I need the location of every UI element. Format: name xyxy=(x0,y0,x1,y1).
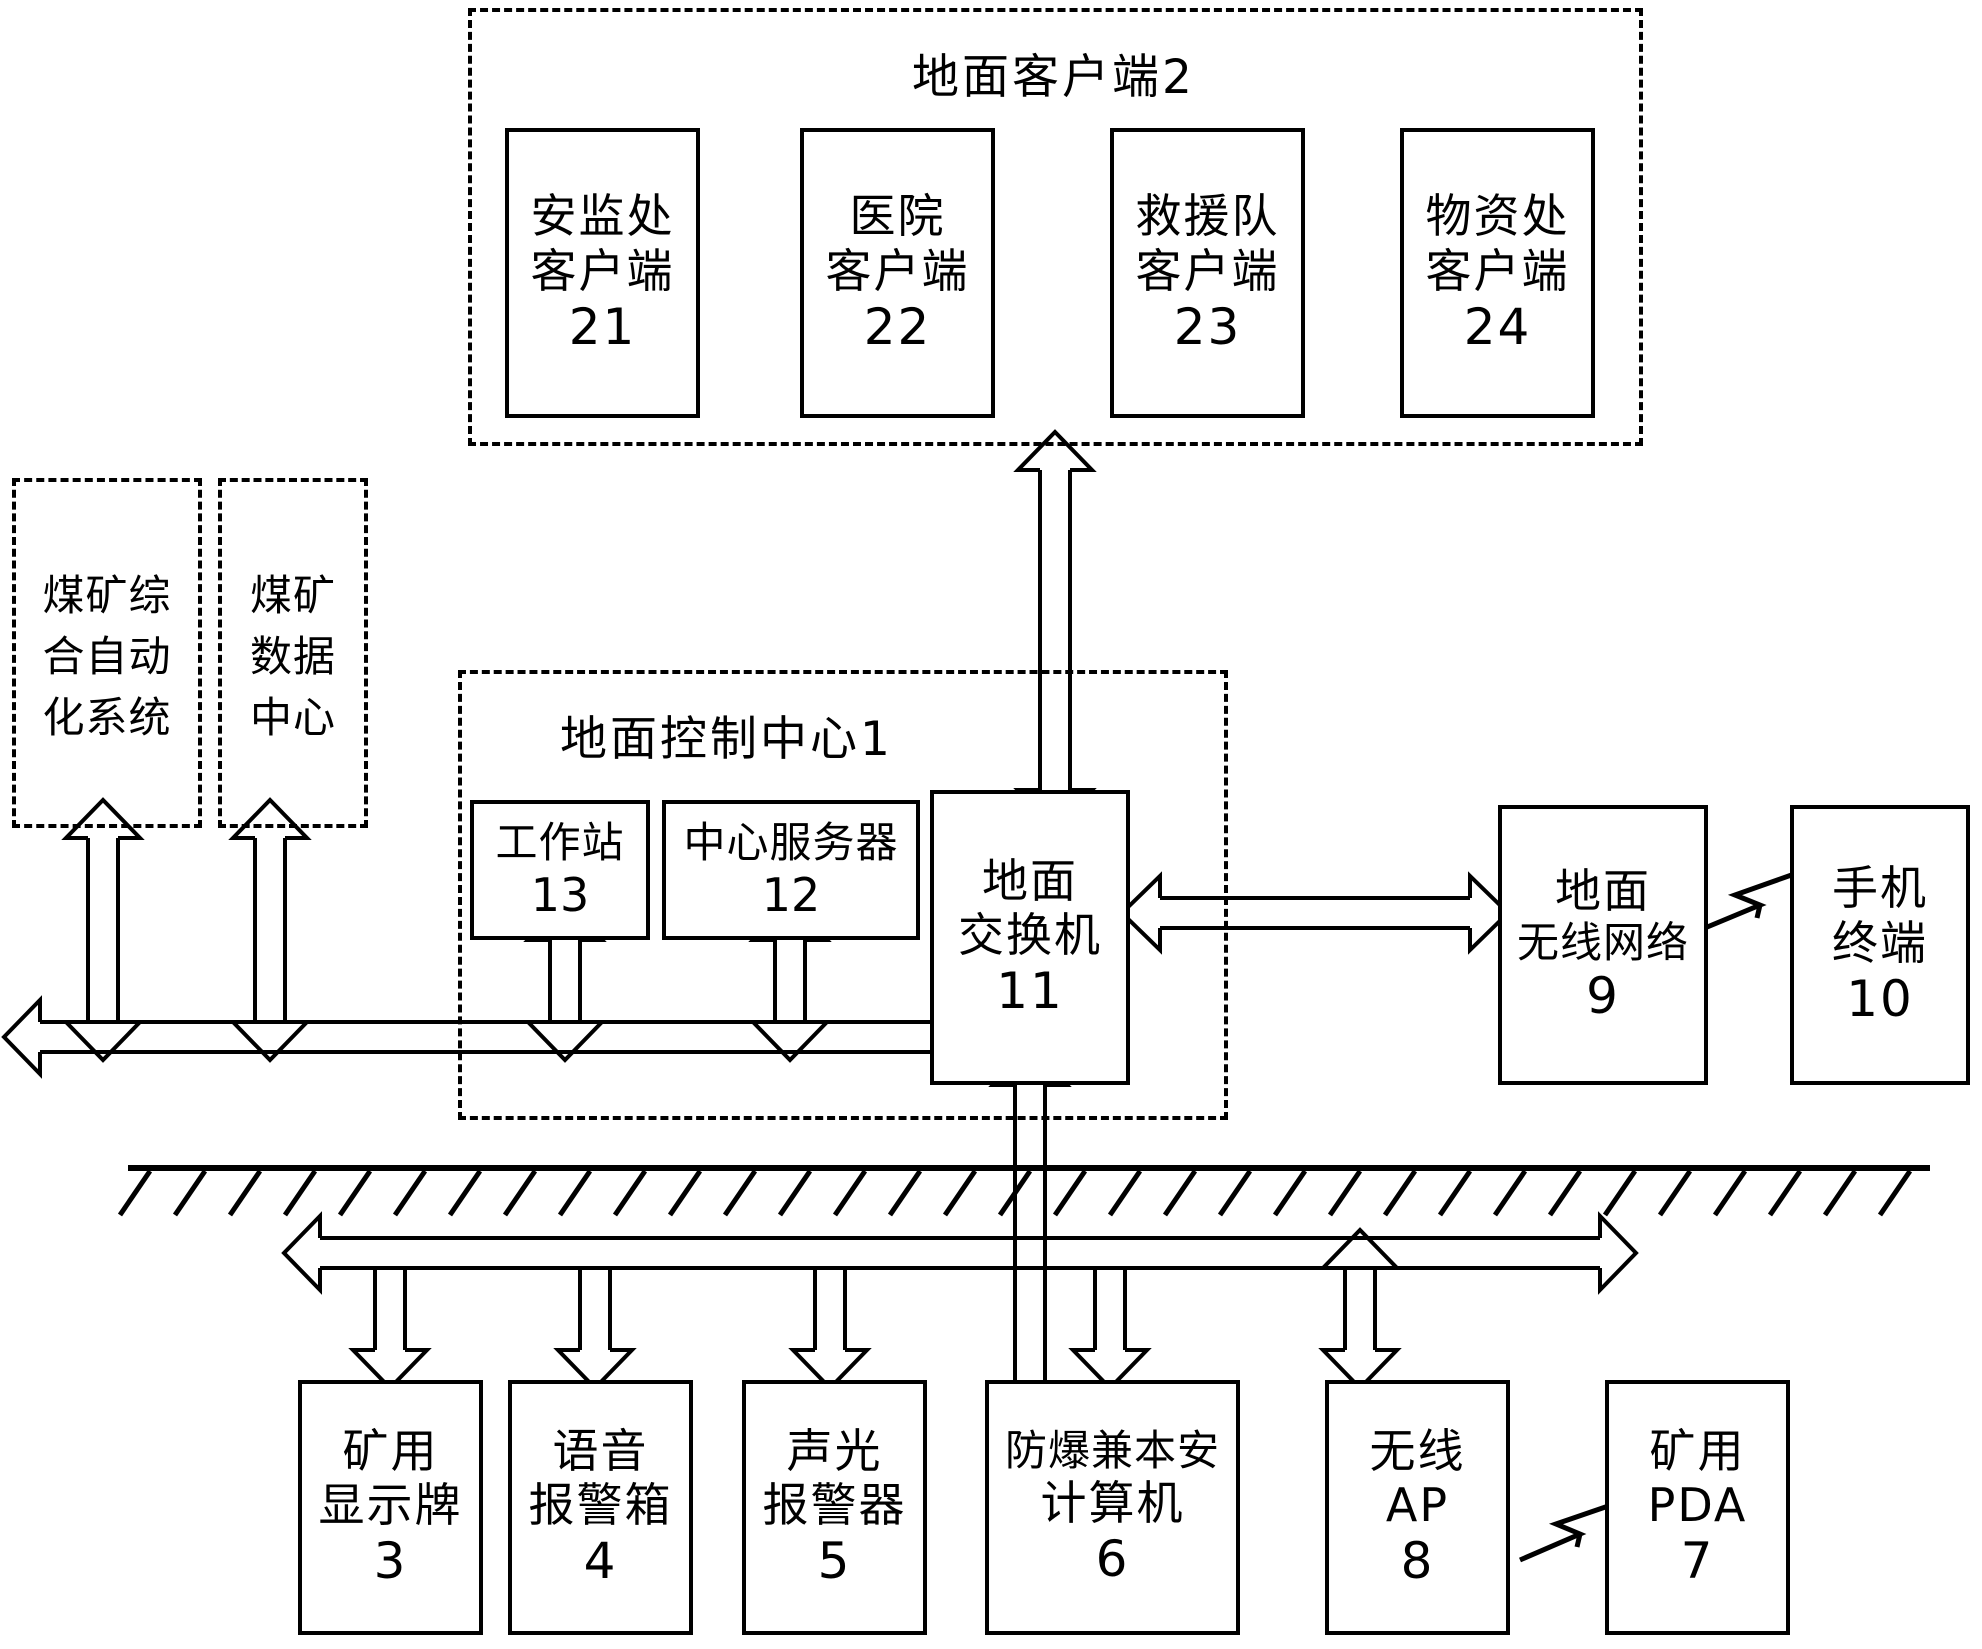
stub-auto-system xyxy=(61,797,145,1063)
device-line1: 语音 xyxy=(552,1423,649,1478)
client-line1: 物资处 xyxy=(1425,189,1570,244)
node-number: 13 xyxy=(530,867,590,922)
ext-line3: 中心 xyxy=(249,692,336,742)
external-system-mine-data-center[interactable]: 煤矿 数据 中心 xyxy=(218,478,368,828)
ext-line3: 化系统 xyxy=(42,692,172,742)
external-system-integrated-automation[interactable]: 煤矿综 合自动 化系统 xyxy=(12,478,202,828)
stub-data-center xyxy=(228,797,312,1063)
device-line1: 无线 xyxy=(1369,1423,1466,1478)
surface-control-center-title: 地面控制中心1 xyxy=(560,712,893,767)
client-line1: 安监处 xyxy=(530,189,675,244)
wireless-link-icon-surface xyxy=(1699,869,1801,933)
client-number: 21 xyxy=(568,297,637,356)
device-number: 4 xyxy=(583,1532,618,1591)
switch-number: 11 xyxy=(996,962,1064,1021)
drop-arrow-explosion-proof-computer xyxy=(1068,1268,1152,1391)
device-line1: 矿用 xyxy=(342,1423,439,1478)
mobile-number: 10 xyxy=(1846,969,1914,1028)
ext-line2: 数据 xyxy=(249,631,336,681)
device-number: 7 xyxy=(1680,1532,1715,1591)
device-box-wireless-ap[interactable]: 无线 AP 8 xyxy=(1325,1380,1510,1635)
mobile-line1: 手机 xyxy=(1832,861,1928,916)
switch-line2: 交换机 xyxy=(958,908,1102,962)
ground-hatching xyxy=(117,1169,1913,1217)
device-box-explosion-proof-computer[interactable]: 防爆兼本安 计算机 6 xyxy=(985,1380,1240,1635)
client-line1: 救援队 xyxy=(1135,189,1280,244)
device-line2: 显示牌 xyxy=(318,1478,463,1532)
ext-line2: 合自动 xyxy=(42,631,172,681)
node-label: 工作站 xyxy=(495,818,625,868)
node-number: 12 xyxy=(761,867,821,922)
client-line2: 客户端 xyxy=(825,243,970,298)
drop-arrow-audible-visual-alarm xyxy=(788,1268,872,1391)
client-box-rescue-team[interactable]: 救援队 客户端 23 xyxy=(1110,128,1305,418)
client-number: 22 xyxy=(863,297,932,356)
device-number: 6 xyxy=(1095,1529,1130,1588)
drop-arrow-voice-alarm xyxy=(553,1268,637,1391)
diagram-canvas: 地面客户端2 安监处 客户端 21 医院 客户端 22 救援队 客户端 23 物… xyxy=(0,0,1982,1649)
client-box-hospital[interactable]: 医院 客户端 22 xyxy=(800,128,995,418)
device-line2: 报警器 xyxy=(762,1478,907,1532)
ext-line1: 煤矿 xyxy=(249,570,336,620)
device-line2: 计算机 xyxy=(1040,1475,1185,1530)
device-box-audible-visual-alarm[interactable]: 声光 报警器 5 xyxy=(742,1380,927,1635)
node-box-workstation[interactable]: 工作站 13 xyxy=(470,800,650,940)
wireless-number: 9 xyxy=(1586,967,1620,1026)
node-box-mobile-terminal[interactable]: 手机 终端 10 xyxy=(1790,805,1970,1085)
client-box-materials-dept[interactable]: 物资处 客户端 24 xyxy=(1400,128,1595,418)
device-line1: 矿用 xyxy=(1649,1423,1746,1478)
node-box-surface-switch[interactable]: 地面 交换机 11 xyxy=(930,790,1130,1085)
mobile-line2: 终端 xyxy=(1832,915,1928,970)
device-box-mine-pda[interactable]: 矿用 PDA 7 xyxy=(1605,1380,1790,1635)
wireless-line2: 无线网络 xyxy=(1516,917,1689,967)
node-label: 中心服务器 xyxy=(683,818,899,868)
device-number: 5 xyxy=(817,1532,852,1591)
client-box-safety-supervision[interactable]: 安监处 客户端 21 xyxy=(505,128,700,418)
device-line1: 声光 xyxy=(786,1423,883,1478)
underground-data-bus xyxy=(281,1211,1639,1295)
device-line2: 报警箱 xyxy=(528,1478,673,1532)
drop-arrow-display-board xyxy=(348,1268,432,1391)
device-line2: AP xyxy=(1385,1478,1450,1532)
client-line1: 医院 xyxy=(849,189,946,244)
device-line1: 防爆兼本安 xyxy=(1004,1426,1220,1476)
client-line2: 客户端 xyxy=(1135,243,1280,298)
switch-line1: 地面 xyxy=(982,853,1078,908)
device-number: 8 xyxy=(1400,1532,1435,1591)
wireless-line1: 地面 xyxy=(1555,863,1651,918)
device-number: 3 xyxy=(373,1532,408,1591)
client-line2: 客户端 xyxy=(1425,243,1570,298)
node-box-surface-wireless-network[interactable]: 地面 无线网络 9 xyxy=(1498,805,1708,1085)
device-box-voice-alarm-box[interactable]: 语音 报警箱 4 xyxy=(508,1380,693,1635)
client-number: 23 xyxy=(1173,297,1242,356)
client-number: 24 xyxy=(1463,297,1532,356)
surface-clients-group-title: 地面客户端2 xyxy=(912,50,1195,105)
drop-arrow-wireless-ap xyxy=(1318,1227,1402,1391)
client-line2: 客户端 xyxy=(530,243,675,298)
ext-line1: 煤矿综 xyxy=(42,570,172,620)
node-box-central-server[interactable]: 中心服务器 12 xyxy=(662,800,920,940)
device-box-mine-display-board[interactable]: 矿用 显示牌 3 xyxy=(298,1380,483,1635)
device-line2: PDA xyxy=(1647,1478,1748,1532)
